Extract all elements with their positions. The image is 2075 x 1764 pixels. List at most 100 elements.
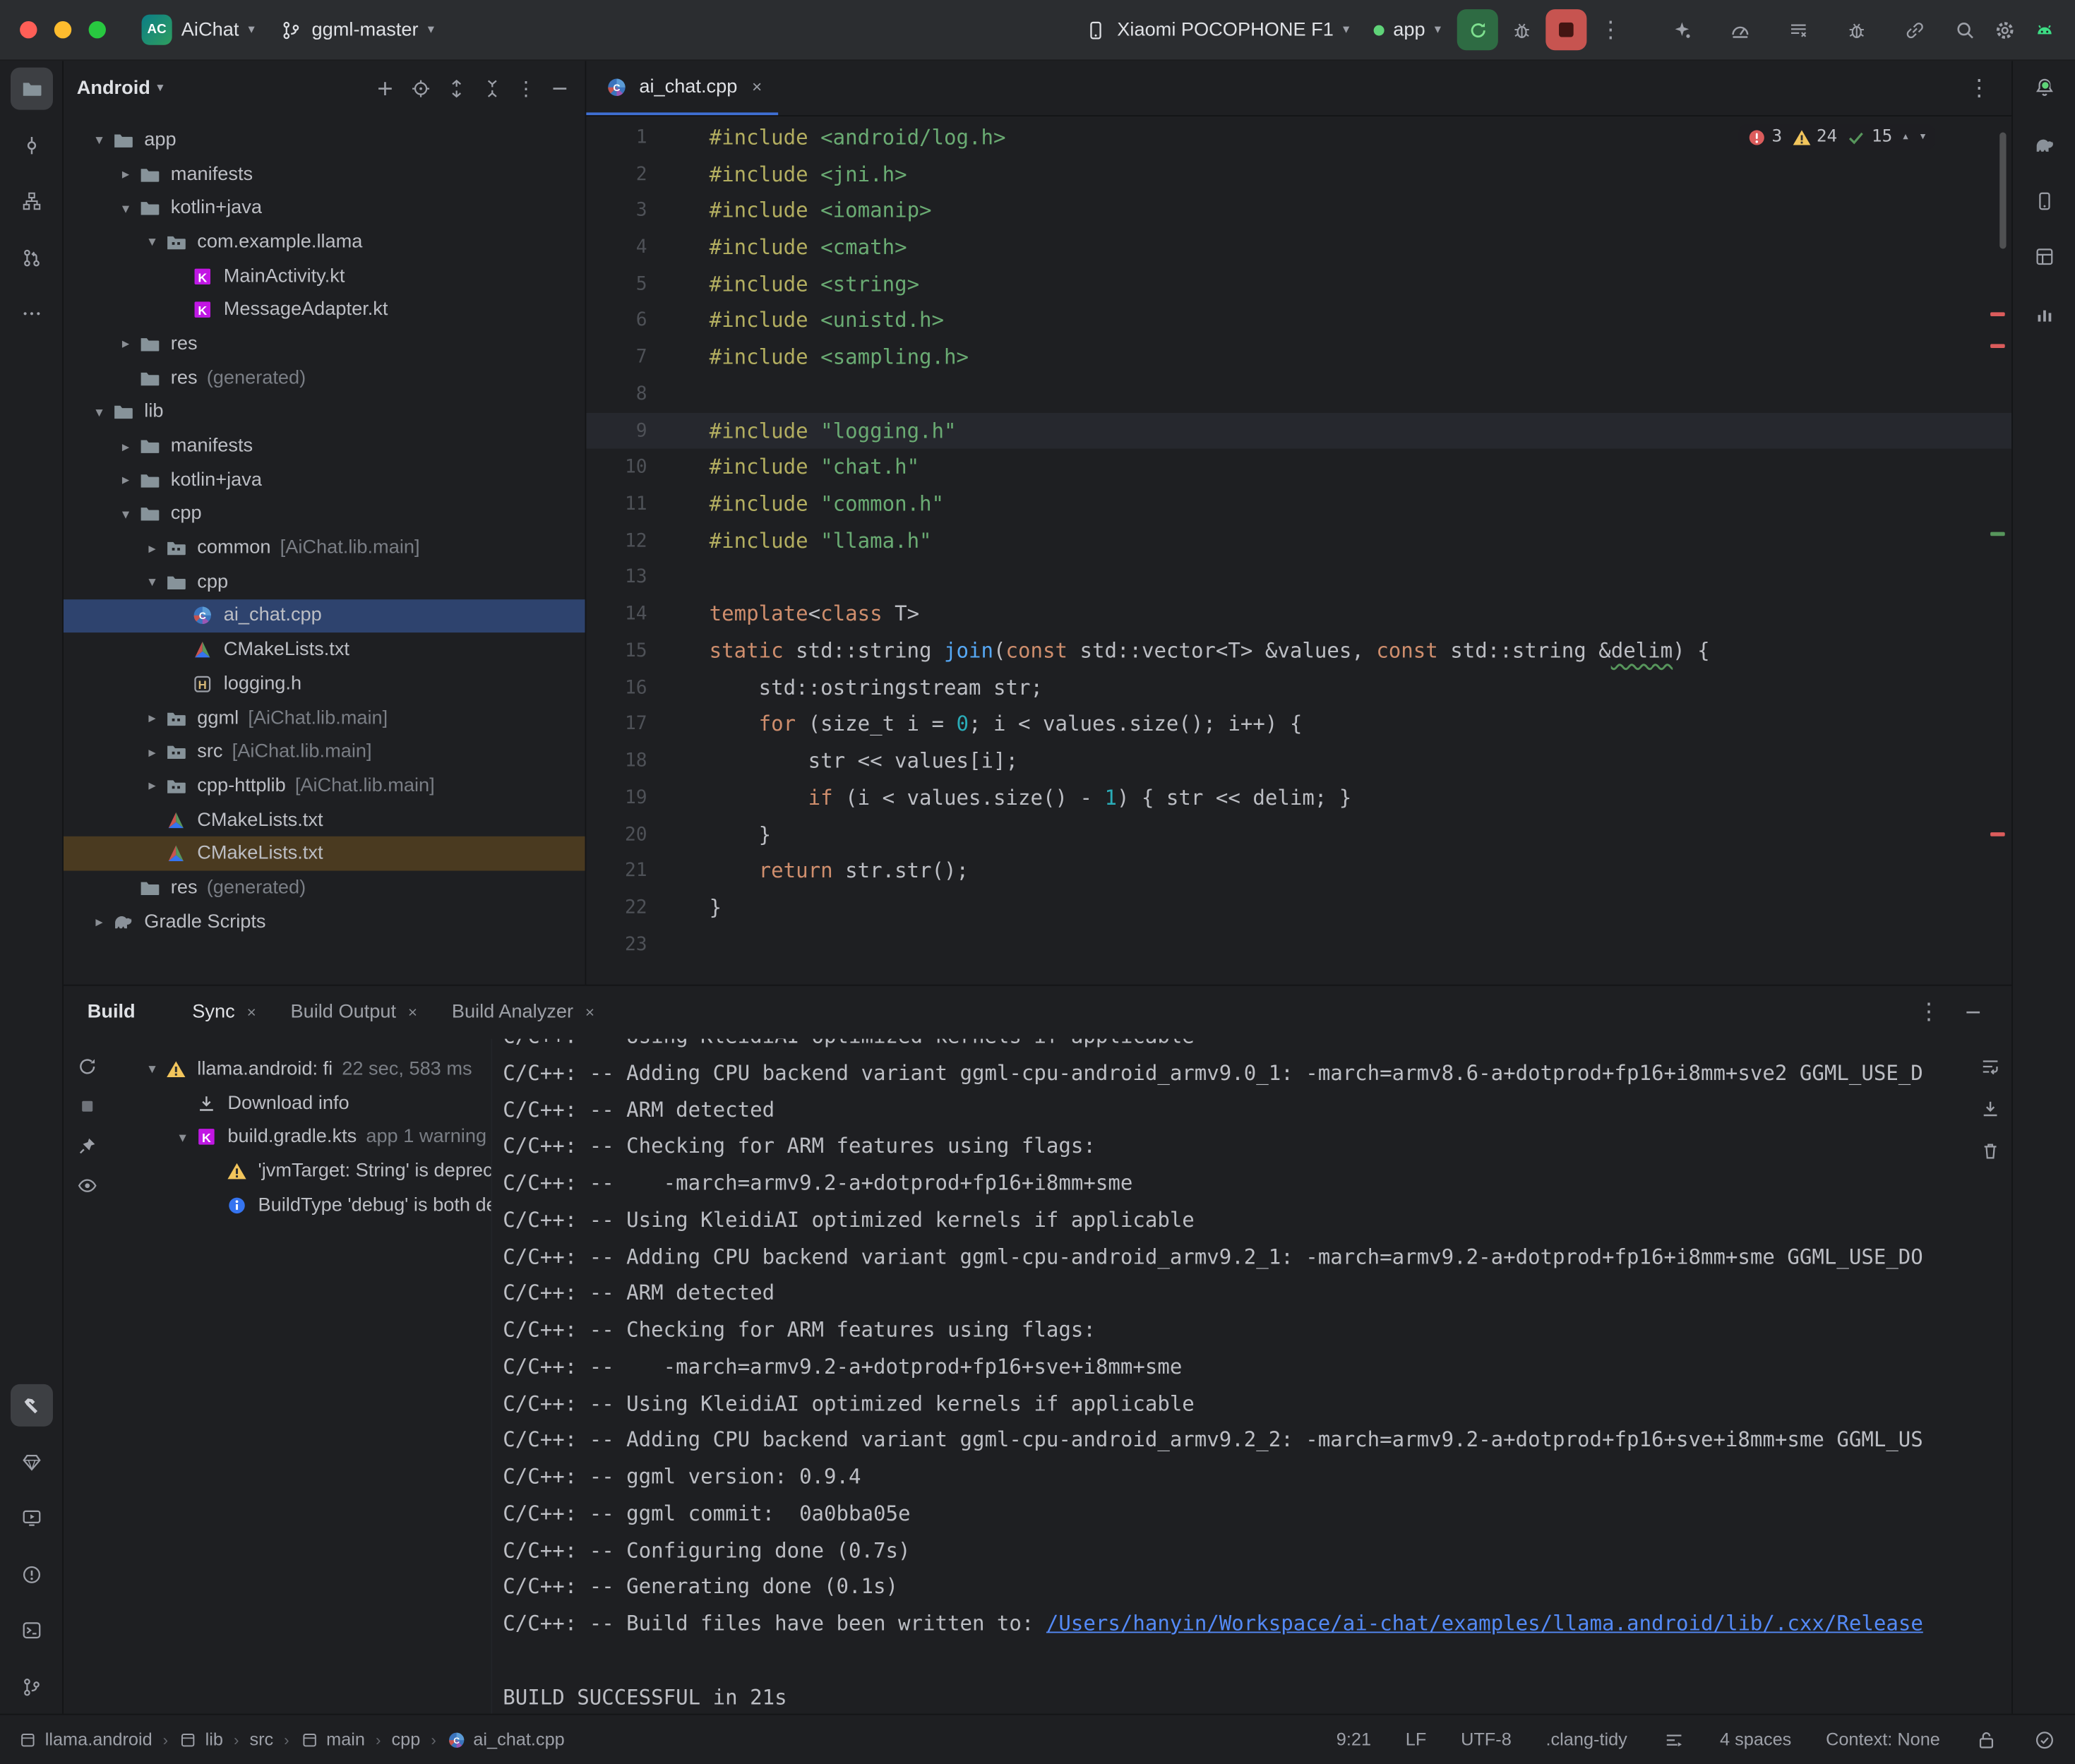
inspections-widget[interactable]: 3 24 15 ▴ ▾ [1739,124,1935,150]
minimize-window-button[interactable] [54,21,71,38]
project-options-button[interactable]: ⋮ [516,77,536,101]
project-tree-item[interactable]: ▾cpp [64,565,585,599]
clear-console-icon[interactable] [1978,1139,2002,1163]
layout-inspector-tool-button[interactable] [2023,236,2066,278]
project-tree-item[interactable]: ▸manifests [64,157,585,191]
chevron-down-icon[interactable]: ▾ [114,505,138,522]
build-tab-sync[interactable]: Sync× [175,986,273,1039]
code-line[interactable]: 16 std::ostringstream str; [586,669,2011,706]
project-tree-item[interactable]: CMakeLists.txt [64,803,585,836]
commit-tool-button[interactable] [11,124,53,167]
code-line[interactable]: 21 return str.str(); [586,853,2011,889]
build-options-button[interactable]: ⋮ [1918,999,1940,1025]
file-encoding[interactable]: UTF-8 [1461,1729,1512,1749]
project-tree-item[interactable]: ▸ggml[AiChat.lib.main] [64,701,585,735]
more-actions-button[interactable]: ⋮ [1591,10,1630,49]
code-line[interactable]: 3#include <iomanip> [586,193,2011,229]
line-number[interactable]: 2 [586,164,681,185]
chevron-down-icon[interactable]: ▾ [88,131,112,148]
chevron-down-icon[interactable]: ▾ [140,1060,165,1077]
error-stripe-mark[interactable] [1990,832,2005,836]
error-stripe-mark[interactable] [1990,344,2005,348]
line-number[interactable]: 21 [586,860,681,882]
line-number[interactable]: 17 [586,714,681,735]
close-icon[interactable]: × [408,1003,417,1021]
device-mirroring-button[interactable] [1895,10,1935,49]
line-number[interactable]: 3 [586,200,681,222]
project-tree-item[interactable]: KMainActivity.kt [64,259,585,293]
code-line[interactable]: 9#include "logging.h" [586,412,2011,449]
formatter-indicator[interactable] [1662,1727,1686,1751]
rerun-button[interactable] [1457,9,1498,50]
project-tree-item[interactable]: ▸manifests [64,429,585,463]
console-link[interactable]: /Users/hanyin/Workspace/ai-chat/examples… [1046,1612,1923,1636]
stop-button[interactable] [1545,9,1586,50]
running-devices-tool-button[interactable] [11,1496,53,1539]
build-tree-item[interactable]: BuildType 'debug' is both de [127,1188,491,1222]
code-line[interactable]: 11#include "common.h" [586,486,2011,522]
more-tool-windows-button[interactable] [11,292,53,335]
code-line[interactable]: 14template<class T> [586,596,2011,632]
line-number[interactable]: 1 [586,127,681,148]
code-line[interactable]: 10#include "chat.h" [586,449,2011,486]
build-tab-build-analyzer[interactable]: Build Analyzer× [434,986,611,1039]
line-number[interactable]: 14 [586,604,681,625]
code-line[interactable]: 6#include <unistd.h> [586,303,2011,340]
project-tree-item[interactable]: ▾cpp [64,497,585,531]
build-tree-item[interactable]: Download info [127,1086,491,1120]
line-number[interactable]: 20 [586,824,681,845]
build-tool-button[interactable] [11,1384,53,1427]
chevron-right-icon[interactable]: ▸ [140,743,165,760]
scroll-to-end-icon[interactable] [1978,1097,2002,1121]
line-number[interactable]: 4 [586,237,681,258]
next-problem-button[interactable]: ▾ [1919,131,1927,144]
code-line[interactable]: 22} [586,889,2011,926]
hide-panel-button[interactable] [548,77,572,101]
project-widget[interactable]: AC AiChat ▾ [130,8,267,52]
caret-position[interactable]: 9:21 [1337,1729,1371,1749]
code-line[interactable]: 13 [586,559,2011,596]
line-number[interactable]: 18 [586,750,681,772]
chevron-right-icon[interactable]: ▸ [114,472,138,488]
line-number[interactable]: 23 [586,934,681,955]
add-button[interactable] [373,77,397,101]
project-view-selector[interactable]: Android [77,78,150,100]
settings-button[interactable] [1985,10,2025,49]
code-line[interactable]: 8 [586,376,2011,412]
code-line[interactable]: 19 if (i < values.size() - 1) { str << d… [586,779,2011,816]
code-editor[interactable]: 1#include <android/log.h>2#include <jni.… [586,116,2011,985]
breadcrumb-item[interactable]: lib [179,1729,223,1749]
chevron-down-icon[interactable]: ▾ [171,1129,195,1146]
project-tree-item[interactable]: ▸Gradle Scripts [64,905,585,939]
project-tree-item[interactable]: CMakeLists.txt [64,633,585,667]
error-stripe-mark[interactable] [1990,312,2005,316]
code-line[interactable]: 7#include <sampling.h> [586,340,2011,376]
breadcrumb-item[interactable]: src [249,1729,273,1749]
code-line[interactable]: 20 } [586,816,2011,853]
chevron-right-icon[interactable]: ▸ [114,335,138,352]
chevron-right-icon[interactable]: ▸ [140,709,165,726]
project-tool-button[interactable] [11,68,53,110]
project-tree-item[interactable]: KMessageAdapter.kt [64,293,585,327]
filter-icon[interactable] [76,1174,100,1198]
project-tree-item[interactable]: Cai_chat.cpp [64,599,585,633]
run-configuration-selector[interactable]: app ▾ [1361,13,1453,47]
code-line[interactable]: 12#include "llama.h" [586,522,2011,559]
close-icon[interactable]: × [752,77,762,97]
line-number[interactable]: 9 [586,420,681,441]
hide-build-panel-button[interactable] [1961,1000,1985,1024]
project-tree-item[interactable]: ▾app [64,123,585,157]
code-line[interactable]: 15static std::string join(const std::vec… [586,632,2011,669]
line-separator[interactable]: LF [1406,1729,1427,1749]
close-window-button[interactable] [20,21,37,38]
line-number[interactable]: 11 [586,493,681,515]
zoom-window-button[interactable] [89,21,106,38]
line-number[interactable]: 6 [586,311,681,332]
project-tree-item[interactable]: ▸src[AiChat.lib.main] [64,735,585,769]
version-control-tool-button[interactable] [11,1666,53,1708]
project-tree-item[interactable]: ▸cpp-httplib[AiChat.lib.main] [64,769,585,803]
project-tree-item[interactable]: ▸kotlin+java [64,463,585,497]
breadcrumb-item[interactable]: cpp [392,1729,421,1749]
inspections-widget[interactable] [2033,1727,2057,1751]
problems-tool-button[interactable] [11,1554,53,1596]
